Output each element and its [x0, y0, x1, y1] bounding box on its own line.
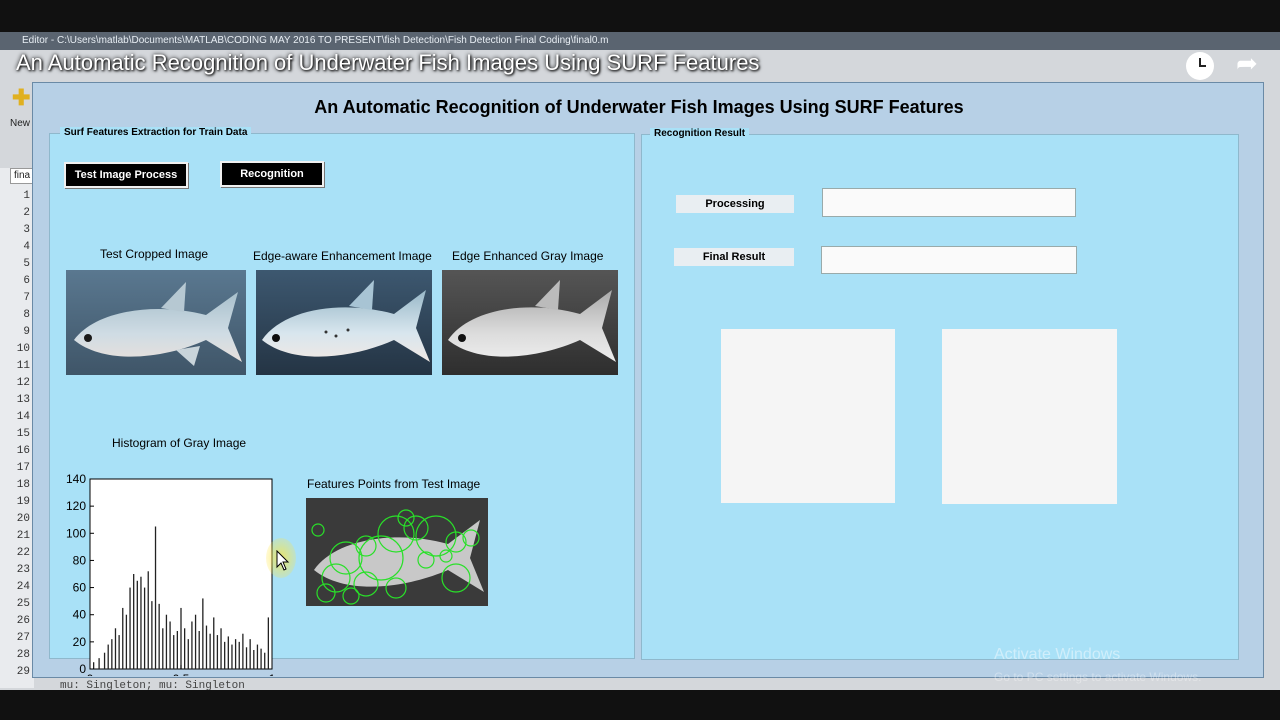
features-points-title: Features Points from Test Image — [307, 477, 481, 491]
line-number: 26 — [16, 615, 30, 627]
test-cropped-image — [66, 270, 246, 375]
y-tick-label: 80 — [73, 553, 87, 567]
line-number: 1 — [23, 190, 30, 202]
line-number: 3 — [23, 224, 30, 236]
activate-windows-subtitle: Go to PC settings to activate Windows. — [994, 670, 1202, 684]
x-tick-label: 0.5 — [173, 672, 190, 676]
line-number: 25 — [16, 598, 30, 610]
result-axes-right — [942, 329, 1117, 504]
processing-label: Processing — [676, 195, 794, 213]
clock-icon[interactable] — [1186, 52, 1214, 80]
line-number: 7 — [23, 292, 30, 304]
line-number: 19 — [16, 496, 30, 508]
line-number: 14 — [16, 411, 30, 423]
new-label[interactable]: New — [10, 118, 30, 129]
edge-enhanced-gray-image — [442, 270, 618, 375]
edge-aware-enhancement-image — [256, 270, 432, 375]
x-tick-label: 0 — [87, 672, 94, 676]
y-tick-label: 120 — [66, 499, 86, 513]
line-number: 28 — [16, 649, 30, 661]
line-number: 12 — [16, 377, 30, 389]
line-number: 22 — [16, 547, 30, 559]
line-number: 17 — [16, 462, 30, 474]
line-number: 27 — [16, 632, 30, 644]
line-number: 8 — [23, 309, 30, 321]
line-number: 15 — [16, 428, 30, 440]
share-icon[interactable]: ➦ — [1236, 48, 1258, 79]
y-tick-label: 140 — [66, 472, 86, 486]
final-result-field[interactable] — [821, 246, 1077, 274]
line-number: 13 — [16, 394, 30, 406]
recognition-button[interactable]: Recognition — [220, 161, 324, 187]
line-number: 5 — [23, 258, 30, 270]
line-number: 23 — [16, 564, 30, 576]
x-tick-label: 1 — [269, 672, 276, 676]
mouse-cursor-icon — [276, 550, 290, 571]
video-title[interactable]: An Automatic Recognition of Underwater F… — [16, 50, 759, 76]
feature-points-image — [306, 498, 488, 606]
gui-figure-window: An Automatic Recognition of Underwater F… — [32, 82, 1264, 678]
line-number: 6 — [23, 275, 30, 287]
activate-windows-watermark: Activate Windows — [994, 646, 1121, 663]
screen: Editor - C:\Users\matlab\Documents\MATLA… — [0, 0, 1280, 720]
line-number: 29 — [16, 666, 30, 678]
test-image-process-button[interactable]: Test Image Process — [64, 162, 188, 188]
editor-gutter: 1 2 3 4 5 6 7 8 9 10 11 12 13 14 15 16 17 18 19 20 21 22 23 24 2… — [0, 168, 34, 688]
line-number: 9 — [23, 326, 30, 338]
result-axes-left — [721, 329, 895, 503]
gui-title: An Automatic Recognition of Underwater F… — [314, 97, 964, 117]
line-number: 16 — [16, 445, 30, 457]
edge-aware-image-title: Edge-aware Enhancement Image — [253, 249, 432, 263]
recognition-result-panel-label: Recognition Result — [650, 128, 750, 139]
final-result-label: Final Result — [674, 248, 794, 266]
line-number: 10 — [16, 343, 30, 355]
y-tick-label: 40 — [73, 608, 87, 622]
test-cropped-image-title: Test Cropped Image — [100, 247, 209, 261]
line-number: 2 — [23, 207, 30, 219]
surf-features-panel: Surf Features Extraction for Train Data … — [49, 127, 635, 676]
line-number: 11 — [16, 360, 30, 372]
editor-code-fragment: mu: Singleton; mu: Singleton — [60, 680, 245, 690]
y-tick-label: 0 — [79, 662, 86, 676]
y-tick-label: 100 — [66, 526, 86, 540]
line-number: 4 — [23, 241, 30, 253]
line-number: 24 — [16, 581, 30, 593]
recognition-result-panel: Recognition Result Processing Final Resu… — [641, 128, 1239, 660]
y-tick-label: 60 — [73, 581, 87, 595]
editor-title-bar: Editor - C:\Users\matlab\Documents\MATLA… — [0, 32, 1280, 50]
line-number: 20 — [16, 513, 30, 525]
y-tick-label: 20 — [73, 635, 87, 649]
processing-field[interactable] — [822, 188, 1076, 217]
line-number: 21 — [16, 530, 30, 542]
line-number: 18 — [16, 479, 30, 491]
surf-features-panel-label: Surf Features Extraction for Train Data — [60, 127, 252, 138]
edge-gray-image-title: Edge Enhanced Gray Image — [452, 249, 604, 263]
